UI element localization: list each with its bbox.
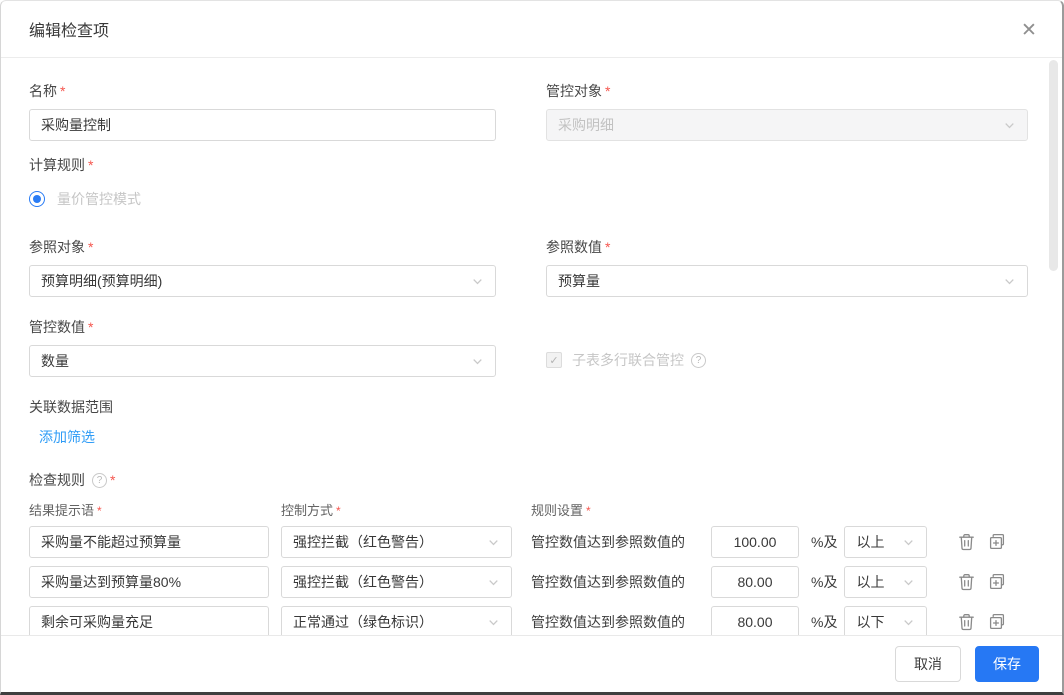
rule-value-input[interactable]	[711, 606, 799, 638]
rule-prefix-text: 管控数值达到参照数值的	[531, 572, 711, 592]
control-value-select[interactable]: 数量	[29, 345, 496, 377]
rule-mode-select[interactable]: 正常通过（绿色标识）	[281, 606, 512, 638]
reference-value-label: 参照数值	[546, 239, 602, 255]
scrollbar-thumb[interactable]	[1049, 60, 1058, 271]
help-icon: ?	[92, 473, 107, 488]
required-mark: *	[605, 83, 610, 99]
field-control-object: 管控对象* 采购明细	[546, 81, 1028, 141]
chevron-down-icon	[471, 355, 484, 368]
delete-rule-icon[interactable]	[958, 533, 975, 551]
rule-mode-select[interactable]: 强控拦截（红色警告）	[281, 566, 512, 598]
reference-object-label: 参照对象	[29, 239, 85, 255]
control-object-select: 采购明细	[546, 109, 1028, 141]
chevron-down-icon	[902, 616, 915, 629]
help-icon: ?	[691, 353, 706, 368]
rule-prompt-input[interactable]	[29, 606, 269, 638]
chevron-down-icon	[487, 536, 500, 549]
duplicate-rule-icon[interactable]	[988, 573, 1006, 591]
rule-bound-select[interactable]: 以上	[844, 526, 927, 558]
cancel-button[interactable]: 取消	[895, 646, 961, 682]
field-control-value: 管控数值* 数量	[29, 317, 496, 377]
dialog-body: 名称* 管控对象* 采购明细 计算规则* 量价管控模式 参照对象*	[1, 58, 1062, 639]
rule-bound-select[interactable]: 以下	[844, 606, 927, 638]
edit-check-item-dialog: 编辑检查项 ✕ 名称* 管控对象* 采购明细 计算规则*	[0, 0, 1064, 695]
required-mark: *	[88, 157, 93, 173]
chevron-down-icon	[902, 536, 915, 549]
save-button[interactable]: 保存	[975, 646, 1039, 682]
dialog-title: 编辑检查项	[29, 17, 109, 41]
col-mode-header: 控制方式*	[281, 500, 531, 518]
check-rules-label: 检查规则 ? *	[29, 470, 1026, 490]
data-range-label: 关联数据范围	[29, 397, 1026, 417]
required-mark: *	[88, 319, 93, 335]
name-input[interactable]	[29, 109, 496, 141]
delete-rule-icon[interactable]	[958, 613, 975, 631]
col-setting-header: 规则设置*	[531, 500, 1026, 518]
rule-mode-select[interactable]: 强控拦截（红色警告）	[281, 526, 512, 558]
rule-row: 正常通过（绿色标识） 管控数值达到参照数值的 %及 以下	[29, 606, 1026, 638]
chevron-down-icon	[902, 576, 915, 589]
calc-rule-radio[interactable]: 量价管控模式	[29, 189, 1026, 209]
rule-value-input[interactable]	[711, 566, 799, 598]
rule-row: 强控拦截（红色警告） 管控数值达到参照数值的 %及 以上	[29, 526, 1026, 558]
control-value-label: 管控数值	[29, 319, 85, 335]
dialog-header: 编辑检查项 ✕	[1, 1, 1062, 58]
required-mark: *	[605, 239, 610, 255]
rule-row: 强控拦截（红色警告） 管控数值达到参照数值的 %及 以上	[29, 566, 1026, 598]
reference-value-select[interactable]: 预算量	[546, 265, 1028, 297]
radio-selected-icon	[29, 191, 45, 207]
name-label: 名称	[29, 83, 57, 99]
required-mark: *	[88, 239, 93, 255]
calc-rule-label: 计算规则*	[29, 155, 1026, 175]
required-mark: *	[60, 83, 65, 99]
chevron-down-icon	[1003, 119, 1016, 132]
rule-prompt-input[interactable]	[29, 566, 269, 598]
close-icon[interactable]: ✕	[1018, 19, 1040, 41]
chevron-down-icon	[1003, 275, 1016, 288]
rule-prefix-text: 管控数值达到参照数值的	[531, 612, 711, 632]
duplicate-rule-icon[interactable]	[988, 613, 1006, 631]
checkbox-checked-icon: ✓	[546, 352, 562, 368]
field-reference-value: 参照数值* 预算量	[546, 237, 1028, 297]
rules-table-header: 结果提示语* 控制方式* 规则设置*	[29, 500, 1026, 518]
chevron-down-icon	[487, 616, 500, 629]
reference-object-select[interactable]: 预算明细(预算明细)	[29, 265, 496, 297]
rule-unit-text: %及	[811, 532, 837, 552]
required-mark: *	[110, 472, 115, 488]
add-filter-link[interactable]: 添加筛选	[39, 427, 95, 447]
rule-prefix-text: 管控数值达到参照数值的	[531, 532, 711, 552]
rule-prompt-input[interactable]	[29, 526, 269, 558]
duplicate-rule-icon[interactable]	[988, 533, 1006, 551]
delete-rule-icon[interactable]	[958, 573, 975, 591]
field-reference-object: 参照对象* 预算明细(预算明细)	[29, 237, 496, 297]
chevron-down-icon	[487, 576, 500, 589]
joint-control-checkbox: ✓ 子表多行联合管控 ?	[546, 350, 1028, 370]
field-name: 名称*	[29, 81, 496, 141]
col-prompt-header: 结果提示语*	[29, 500, 281, 518]
dialog-footer: 取消 保存	[1, 635, 1062, 692]
rule-unit-text: %及	[811, 612, 837, 632]
rule-value-input[interactable]	[711, 526, 799, 558]
radio-label: 量价管控模式	[57, 189, 141, 209]
control-object-label: 管控对象	[546, 83, 602, 99]
chevron-down-icon	[471, 275, 484, 288]
joint-control-label: 子表多行联合管控	[572, 350, 684, 370]
rule-bound-select[interactable]: 以上	[844, 566, 927, 598]
rule-unit-text: %及	[811, 572, 837, 592]
